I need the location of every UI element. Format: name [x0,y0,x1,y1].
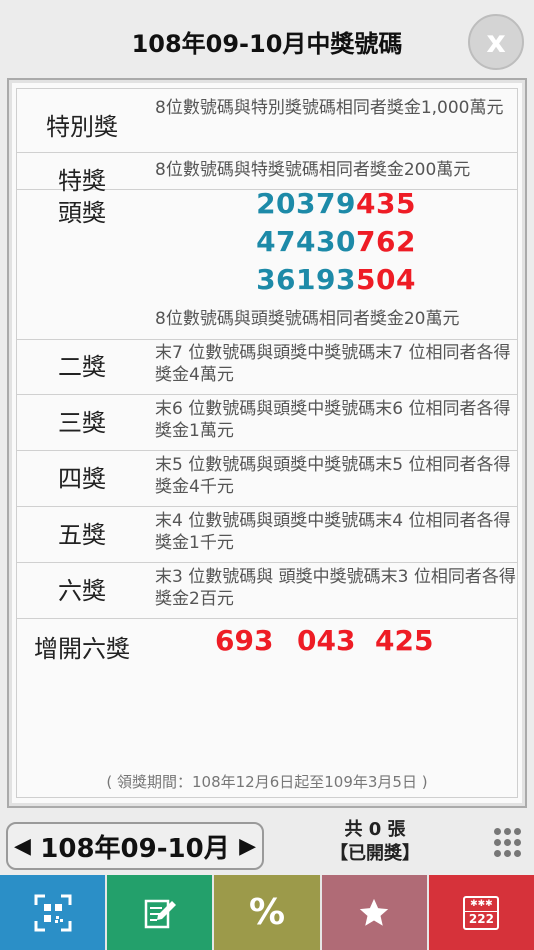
special-prize-desc: 8位數號碼與特別獎號碼相同者獎金1,000萬元 [155,98,504,118]
period-selector[interactable]: ◀ 108年09-10月 ▶ [6,822,264,870]
claim-period: ( 領獎期間：108年12月6日起至109年3月5日 ) [106,773,428,791]
fifth-prize-desc: 末4 位數號碼與頭獎中獎號碼末4 位相同者各得獎金1千元 [155,511,511,553]
second-prize-label: 二獎 [58,353,106,381]
toolbar-scan-button[interactable] [0,875,108,950]
toolbar-favorite-button[interactable] [321,875,429,950]
first-prize-number-3: 36193504 [256,263,416,296]
extra-sixth-number-1: 693 [215,624,274,657]
grid-menu-icon[interactable] [494,828,524,858]
lottery-icon: ✱✱✱ 222 [463,895,500,930]
edit-icon [144,899,176,928]
special-prize-label: 特別獎 [46,113,118,141]
toolbar-lottery-button[interactable]: ✱✱✱ 222 [428,875,534,950]
first-prize-label: 頭獎 [58,199,106,227]
extra-sixth-prize-label: 增開六獎 [34,635,130,663]
fifth-prize-label: 五獎 [58,521,106,549]
first-prize-number-2: 47430762 [256,225,416,258]
invoice-count: 共 0 張 【已開獎】 [300,818,450,866]
extra-sixth-number-3: 425 [375,624,434,657]
extra-sixth-number-2: 043 [297,624,356,657]
third-prize-desc: 末6 位數號碼與頭獎中獎號碼末6 位相同者各得獎金1萬元 [155,399,511,441]
bottom-toolbar: % ✱✱✱ 222 [0,875,534,950]
percent-icon: % [248,892,286,933]
close-button[interactable]: x [468,14,524,70]
page-title: 108年09-10月中獎號碼 [131,30,403,58]
count-line: 共 0 張 [344,819,406,840]
toolbar-edit-button[interactable] [107,875,215,950]
first-prize-number-1: 20379435 [256,187,416,220]
period-label: 108年09-10月 [40,833,230,864]
sixth-prize-label: 六獎 [58,577,106,605]
fourth-prize-label: 四獎 [58,465,106,493]
second-prize-desc: 末7 位數號碼與頭獎中獎號碼末7 位相同者各得獎金4萬元 [155,343,511,385]
prize-panel: 特別獎 8位數號碼與特別獎號碼相同者獎金1,000萬元 特獎 8位數號碼與特獎號… [7,78,527,808]
grand-prize-desc: 8位數號碼與特獎號碼相同者獎金200萬元 [155,160,471,180]
grand-prize-label: 特獎 [58,167,106,195]
prev-period-arrow[interactable]: ◀ [14,834,31,859]
first-prize-desc: 8位數號碼與頭獎號碼相同者獎金20萬元 [155,309,460,329]
draw-status: 【已開獎】 [330,843,420,864]
third-prize-label: 三獎 [58,409,106,437]
lottery-icon-number: 222 [465,910,498,926]
sixth-prize-desc: 末3 位數號碼與 頭獎中獎號碼末3 位相同者各得獎金2百元 [155,567,516,609]
next-period-arrow[interactable]: ▶ [239,834,256,859]
qr-scan-icon [34,894,72,931]
star-icon [360,898,389,926]
header: 108年09-10月中獎號碼 x [0,0,534,80]
fourth-prize-desc: 末5 位數號碼與頭獎中獎號碼末5 位相同者各得獎金4千元 [155,455,511,497]
toolbar-percent-button[interactable]: % [214,875,322,950]
prize-table: 特別獎 8位數號碼與特別獎號碼相同者獎金1,000萬元 特獎 8位數號碼與特獎號… [16,88,518,798]
